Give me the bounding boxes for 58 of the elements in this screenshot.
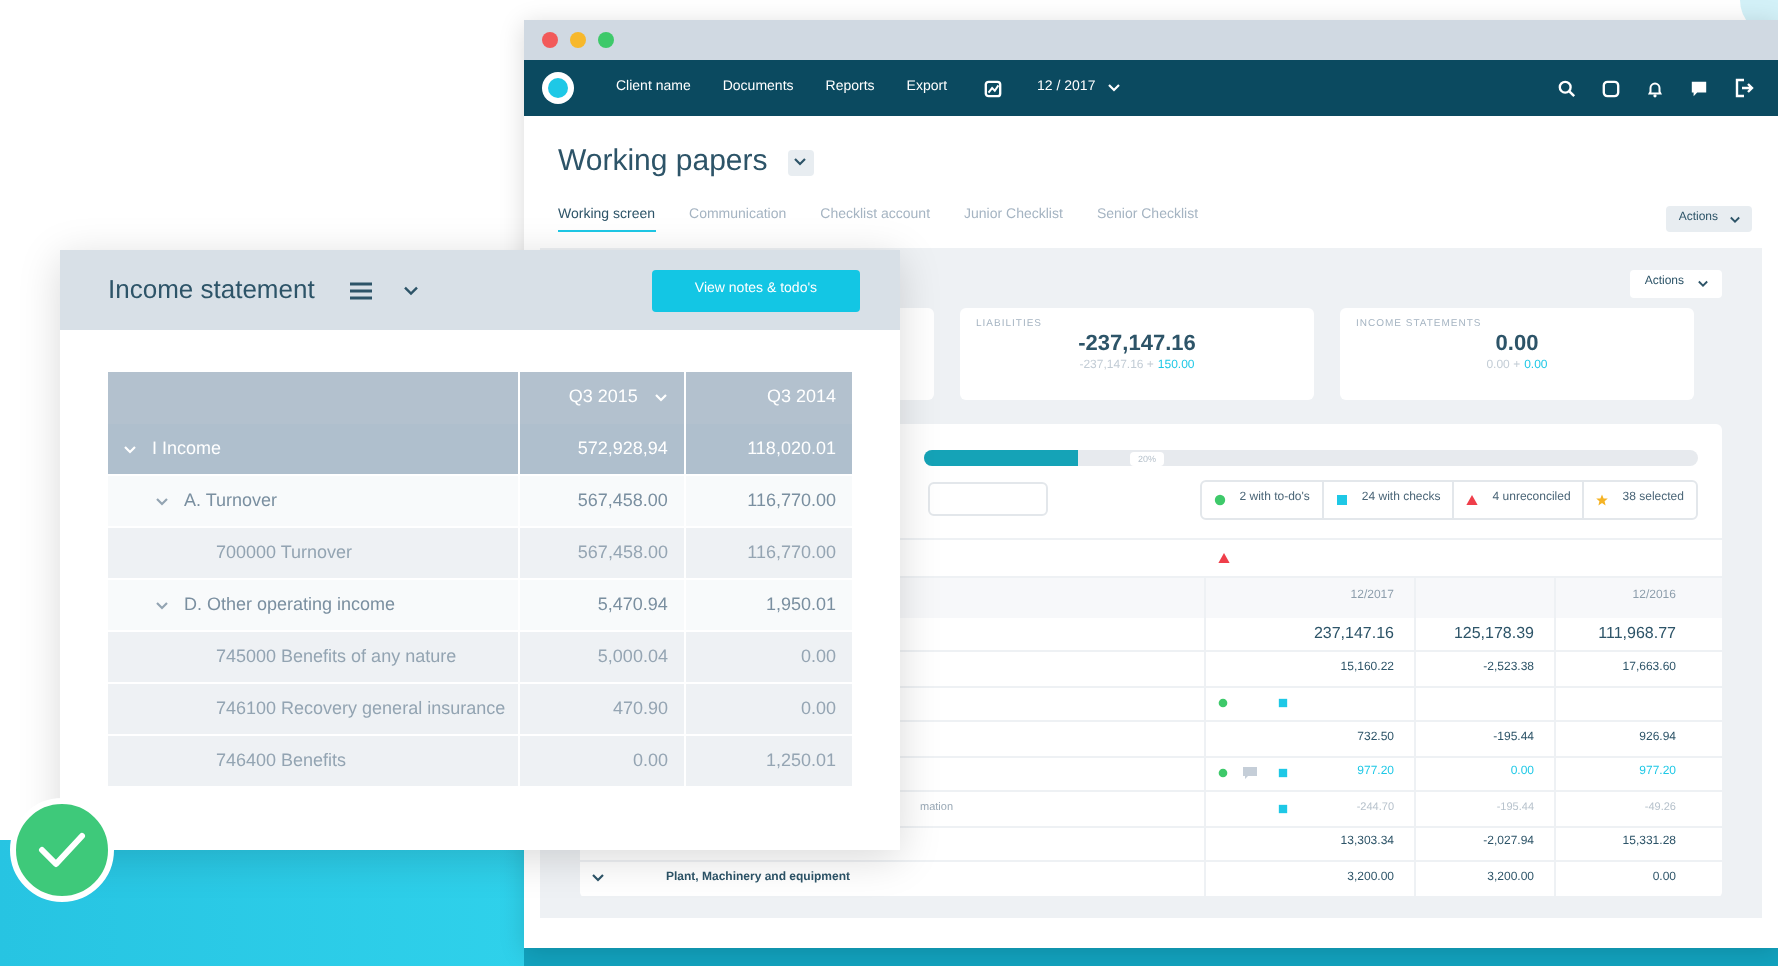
row-label: A. Turnover: [184, 487, 278, 514]
row-label: D. Other operating income: [184, 591, 396, 618]
card-title: Income statement: [108, 272, 315, 309]
table-cell: 111,968.77: [1598, 621, 1676, 646]
chevron-down-icon: [794, 158, 807, 167]
title-dropdown-button[interactable]: [787, 149, 814, 176]
table-cell: 237,147.16: [1313, 621, 1394, 646]
table-cell-text: 1,950.01: [765, 591, 837, 618]
table-cell-text: 572,928,94: [577, 435, 668, 462]
table-cell-text: 0.00: [800, 643, 837, 670]
checkmark-icon: [38, 832, 86, 868]
table-cell: 125,178.39: [1453, 621, 1534, 646]
table-row[interactable]: 745000 Benefits of any nature 5,000.04 0.00: [108, 632, 852, 684]
logout-icon[interactable]: [1734, 78, 1754, 98]
table-cell-text: 116,770.00: [747, 539, 837, 566]
table-cell-text: 1,250.01: [765, 747, 837, 774]
triangle-icon: [1218, 551, 1230, 563]
table-row[interactable]: 700000 Turnover 567,458.00 116,770.00: [108, 528, 852, 580]
table-cell-text: 0.00: [632, 747, 668, 774]
row-label: 746100 Recovery general insurance: [216, 695, 506, 722]
table-row[interactable]: A. Turnover 567,458.00 116,770.00: [108, 476, 852, 528]
chevron-down-icon[interactable]: [1698, 279, 1708, 287]
star-icon: [1596, 493, 1609, 505]
card-value: -237,147.16: [1076, 332, 1198, 358]
chat-icon[interactable]: [1690, 79, 1708, 97]
table-cell-text: 567,458.00: [577, 539, 668, 566]
table-cell-text: 470.90: [612, 695, 668, 722]
column-header: Q3 2014: [766, 384, 836, 411]
chevron-down-icon[interactable]: [404, 285, 419, 295]
chevron-down-icon[interactable]: [592, 874, 604, 883]
row-label: 746400 Benefits: [216, 747, 347, 774]
triangle-icon: [1466, 493, 1479, 505]
table-cell-text: 5,000.04: [597, 643, 668, 670]
dot-icon: [1213, 493, 1226, 505]
row-label: I Income: [152, 435, 222, 462]
table-row[interactable]: D. Other operating income 5,470.94 1,950.01: [108, 580, 852, 632]
card-value: 0.00: [1493, 332, 1541, 358]
page-title: Working papers: [558, 142, 768, 182]
column-header: Q3 2015: [568, 384, 638, 411]
logo-icon[interactable]: [542, 72, 574, 104]
chart-icon[interactable]: [983, 79, 1002, 97]
search-field[interactable]: [928, 482, 1048, 516]
table-cell-text: 567,458.00: [577, 487, 668, 514]
square-icon[interactable]: [1602, 79, 1620, 97]
table-row[interactable]: 746100 Recovery general insurance 470.90 0.00: [108, 684, 852, 736]
bell-icon[interactable]: [1646, 79, 1664, 97]
table-cell-text: 0.00: [800, 695, 837, 722]
table-cell-text: 118,020.01: [747, 435, 836, 462]
chevron-down-icon[interactable]: [1730, 215, 1740, 223]
row-label: 700000 Turnover: [216, 539, 353, 566]
table-cell-text: 5,470.94: [597, 591, 668, 618]
menu-icon[interactable]: [350, 281, 373, 299]
table-row[interactable]: I Income 572,928,94 118,020.01: [108, 424, 852, 476]
square-icon: [1335, 493, 1348, 505]
table-cell-text: 116,770.00: [747, 487, 837, 514]
row-label: 745000 Benefits of any nature: [216, 643, 457, 670]
table-row[interactable]: 746400 Benefits 0.00 1,250.01: [108, 736, 852, 788]
search-icon[interactable]: [1558, 79, 1576, 97]
